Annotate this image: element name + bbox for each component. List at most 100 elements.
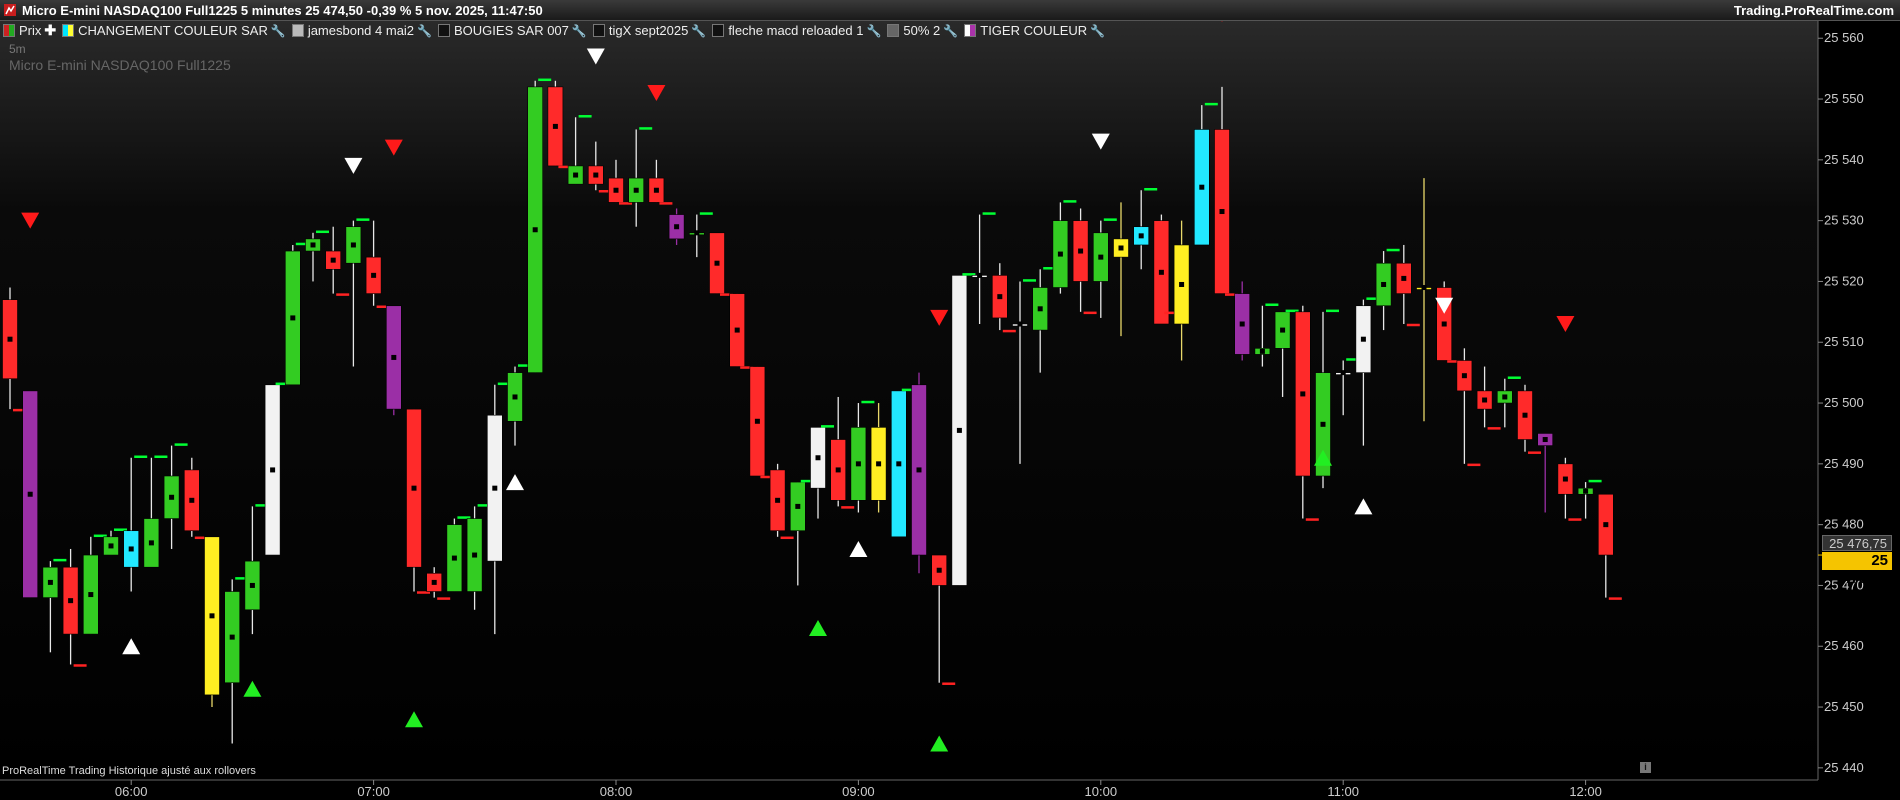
add-indicator-icon[interactable]: ✚ xyxy=(44,22,56,39)
candle-midpoint xyxy=(795,503,801,509)
candle-midpoint xyxy=(1522,412,1528,418)
candle-midpoint xyxy=(1603,522,1609,528)
candle-midpoint xyxy=(997,294,1003,300)
candle-midpoint xyxy=(1078,248,1084,254)
candle-midpoint xyxy=(431,579,437,585)
candle-midpoint xyxy=(47,579,53,585)
candle-midpoint xyxy=(754,418,760,424)
wrench-icon[interactable]: 🔧 xyxy=(271,24,286,38)
legend-item-3[interactable]: BOUGIES SAR 007 🔧 xyxy=(435,23,590,38)
candle-midpoint xyxy=(1502,394,1508,400)
candle-midpoint xyxy=(27,491,33,497)
candle-midpoint xyxy=(1219,209,1225,215)
candle-midpoint xyxy=(532,227,538,233)
candle-midpoint xyxy=(1381,281,1387,287)
price-tick-label: 25 490 xyxy=(1824,456,1864,471)
candle-midpoint xyxy=(714,260,720,266)
price-axis[interactable]: 25 44025 45025 46025 47025 48025 49025 5… xyxy=(1818,30,1864,775)
indicator-legend: Prix ✚ CHANGEMENT COULEUR SAR 🔧 jamesbond 4 … xyxy=(0,21,1108,40)
price-tick-label: 25 450 xyxy=(1824,699,1864,714)
candle-midpoint xyxy=(290,315,296,321)
reference-price-tag: 25 476,75 xyxy=(1822,535,1892,551)
wrench-icon[interactable]: 🔧 xyxy=(572,24,587,38)
wrench-icon[interactable]: 🔧 xyxy=(1090,24,1105,38)
legend-label: fleche macd reloaded 1 xyxy=(728,23,864,38)
legend-swatch-icon xyxy=(964,24,977,37)
legend-item-7[interactable]: TIGER COULEUR 🔧 xyxy=(961,23,1108,38)
info-icon[interactable]: i xyxy=(1640,762,1651,773)
price-tick-label: 25 500 xyxy=(1824,395,1864,410)
candle-midpoint xyxy=(1037,306,1043,312)
candle-midpoint xyxy=(835,467,841,473)
app-logo-icon xyxy=(4,4,16,16)
candle-midpoint xyxy=(411,485,417,491)
candle-midpoint xyxy=(1158,269,1164,275)
candle-midpoint xyxy=(1179,281,1185,287)
candlestick-chart[interactable]: 25 44025 45025 46025 47025 48025 49025 5… xyxy=(0,0,1900,800)
candle-midpoint xyxy=(1320,421,1326,427)
legend-swatch-icon xyxy=(291,24,304,37)
candle-midpoint xyxy=(189,497,195,503)
price-tick-label: 25 560 xyxy=(1824,30,1864,45)
legend-label: tigX sept2025 xyxy=(608,23,689,38)
legend-item-2[interactable]: jamesbond 4 mai2 🔧 xyxy=(289,23,435,38)
candle-midpoint xyxy=(451,555,457,561)
candle-midpoint xyxy=(1118,245,1124,251)
time-tick-label: 06:00 xyxy=(115,784,148,799)
candle-midpoint xyxy=(916,467,922,473)
candle-midpoint xyxy=(1441,321,1447,327)
candle-midpoint xyxy=(350,242,356,248)
candle-midpoint xyxy=(128,546,134,552)
candle-midpoint xyxy=(855,461,861,467)
candle-midpoint xyxy=(1401,275,1407,281)
candle-midpoint xyxy=(613,187,619,193)
legend-item-6[interactable]: 50% 2 🔧 xyxy=(884,23,961,38)
candle-midpoint xyxy=(552,123,558,129)
wrench-icon[interactable]: 🔧 xyxy=(417,24,432,38)
candle-midpoint xyxy=(391,354,397,360)
time-tick-label: 12:00 xyxy=(1569,784,1602,799)
candle-midpoint xyxy=(1098,254,1104,260)
legend-item-4[interactable]: tigX sept2025 🔧 xyxy=(590,23,709,38)
price-tick-label: 25 460 xyxy=(1824,638,1864,653)
candle-midpoint xyxy=(674,224,680,230)
time-tick-label: 10:00 xyxy=(1085,784,1118,799)
candle-midpoint xyxy=(209,613,215,619)
price-tick-label: 25 550 xyxy=(1824,91,1864,106)
candle-midpoint xyxy=(7,336,13,342)
price-tick-label: 25 480 xyxy=(1824,517,1864,532)
candle-midpoint xyxy=(512,394,518,400)
candle-midpoint xyxy=(1340,370,1346,376)
title-bar: Micro E-mini NASDAQ100 Full1225 5 minute… xyxy=(0,0,1900,21)
price-tick-label: 25 540 xyxy=(1824,152,1864,167)
candle-midpoint xyxy=(1360,336,1366,342)
legend-swatch-icon xyxy=(438,24,450,37)
candle-midpoint xyxy=(270,467,276,473)
legend-item-0[interactable]: Prix ✚ xyxy=(0,22,59,39)
wrench-icon[interactable]: 🔧 xyxy=(691,24,706,38)
candle-midpoint xyxy=(371,272,377,278)
candle xyxy=(204,536,220,708)
legend-item-1[interactable]: CHANGEMENT COULEUR SAR 🔧 xyxy=(59,23,289,38)
time-tick-label: 07:00 xyxy=(357,784,390,799)
price-tick-label: 25 520 xyxy=(1824,273,1864,288)
time-tick-label: 11:00 xyxy=(1327,784,1359,799)
candle-midpoint xyxy=(1542,437,1548,443)
candle-midpoint xyxy=(1259,348,1265,354)
legend-item-5[interactable]: fleche macd reloaded 1 🔧 xyxy=(709,23,884,38)
candle-midpoint xyxy=(977,272,983,278)
time-axis[interactable]: 06:00 07:00 08:00 09:00 10:00 11:00 12:00 xyxy=(115,780,1602,799)
wrench-icon[interactable]: 🔧 xyxy=(866,24,881,38)
legend-label: 50% 2 xyxy=(903,23,941,38)
candle-midpoint xyxy=(775,497,781,503)
price-tick-label: 25 510 xyxy=(1824,334,1864,349)
candle-midpoint xyxy=(573,172,579,178)
time-tick-label: 09:00 xyxy=(842,784,875,799)
wrench-icon[interactable]: 🔧 xyxy=(943,24,958,38)
candle xyxy=(22,390,39,598)
legend-label: Prix xyxy=(19,23,42,38)
instrument-watermark: Micro E-mini NASDAQ100 Full1225 xyxy=(9,57,231,73)
price-tick-label: 25 530 xyxy=(1824,213,1864,228)
candle xyxy=(911,372,927,574)
brand-label[interactable]: Trading.ProRealTime.com xyxy=(1734,3,1894,18)
